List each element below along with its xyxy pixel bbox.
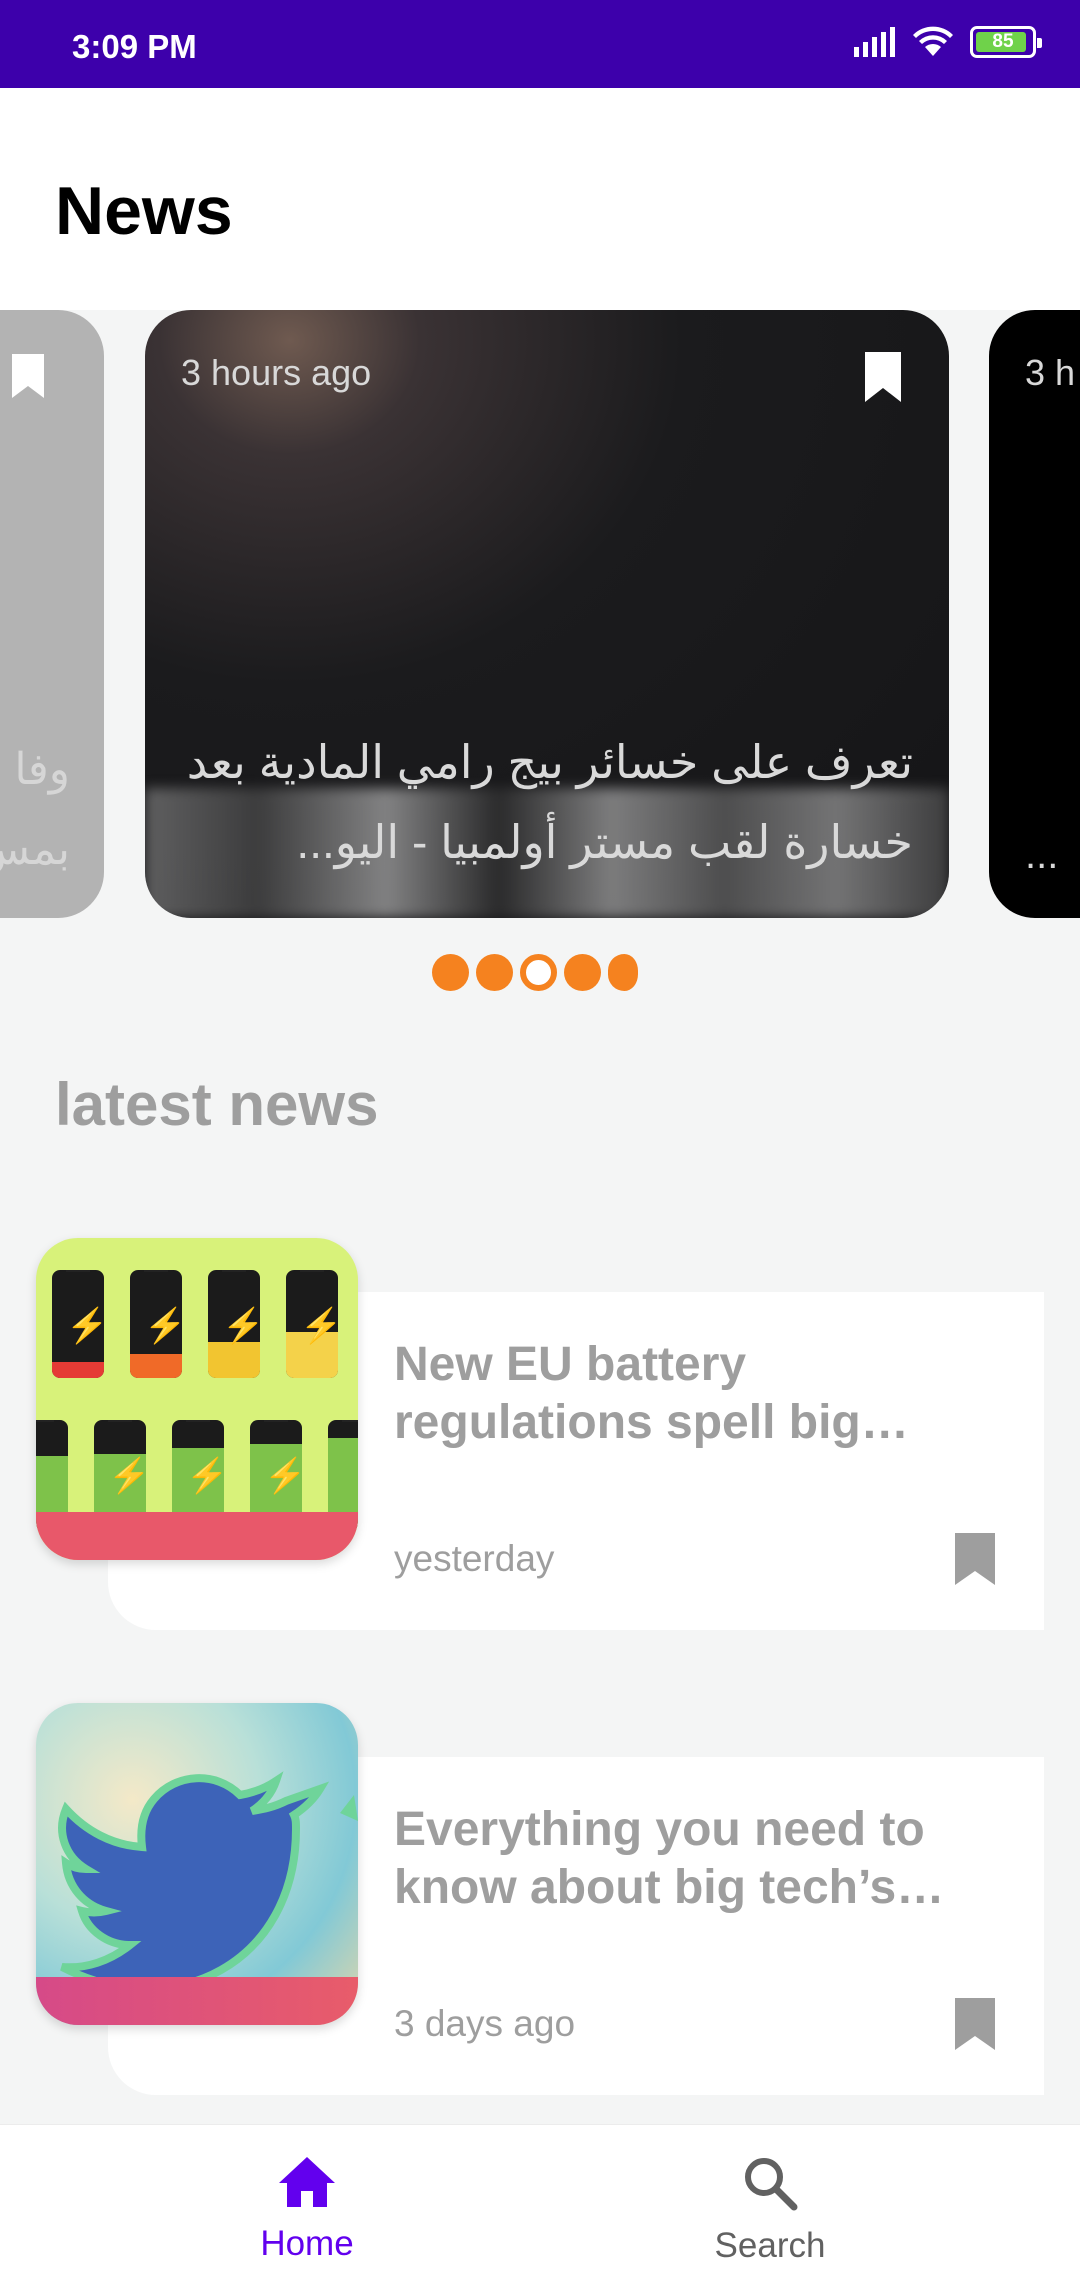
carousel-dot-active[interactable]	[520, 954, 557, 991]
battery-percent: 85	[992, 31, 1014, 52]
card-headline: تعرف على خسائر بيج رامي المادية بعد خسار…	[186, 736, 913, 868]
bookmark-icon	[12, 354, 44, 398]
status-time: 3:09 PM	[72, 28, 197, 65]
news-time: 3 days ago	[394, 2003, 576, 2044]
card-time: 3 h	[1025, 352, 1076, 393]
news-time: yesterday	[394, 1538, 555, 1579]
carousel-indicators	[432, 954, 638, 991]
card-headline: ...	[1025, 833, 1059, 877]
home-icon	[279, 2157, 335, 2207]
carousel-card-previous-text: وفا بمس	[0, 745, 70, 874]
signal-icon	[854, 27, 895, 57]
section-title: latest news	[55, 1071, 379, 1138]
news-thumbnail	[36, 1703, 358, 2025]
nav-home[interactable]: Home	[187, 2155, 427, 2264]
bookmark-icon[interactable]	[952, 1530, 998, 1588]
carousel-card-next[interactable]: 3 h ...	[989, 310, 1080, 918]
bottom-navigation: Home Search	[0, 2124, 1080, 2280]
news-thumbnail: ⚡ ⚡ ⚡ ⚡ ⚡ ⚡ ⚡	[36, 1238, 358, 1560]
news-title: Everything you need to know about big te…	[394, 1803, 925, 1914]
featured-carousel[interactable]: وفا بمس 3 hours ago تعرف على خسائر بيج را…	[0, 310, 1080, 920]
page-title: News	[55, 173, 233, 249]
bookmark-icon[interactable]	[863, 350, 903, 404]
carousel-dot[interactable]	[608, 954, 638, 991]
search-icon	[745, 2158, 798, 2211]
news-list-item[interactable]: ⚡ ⚡ ⚡ ⚡ ⚡ ⚡ ⚡ New EU battery regulations…	[0, 1238, 1080, 1630]
carousel-dot[interactable]	[564, 954, 601, 991]
battery-icon: 85	[970, 26, 1042, 58]
carousel-card-previous[interactable]: وفا بمس	[0, 310, 104, 918]
app-header: News	[0, 88, 1080, 310]
status-icons: 85	[854, 26, 1042, 58]
carousel-dot[interactable]	[476, 954, 513, 991]
news-list-item[interactable]: Everything you need to know about big te…	[0, 1703, 1080, 2095]
carousel-dot[interactable]	[432, 954, 469, 991]
bookmark-icon[interactable]	[952, 1995, 998, 2053]
wifi-icon	[913, 26, 953, 56]
card-time: 3 hours ago	[181, 352, 372, 393]
news-title: New EU battery regulations spell big tro…	[394, 1338, 861, 1449]
nav-search[interactable]: Search	[650, 2155, 890, 2266]
nav-search-label: Search	[714, 2226, 826, 2265]
nav-home-label: Home	[260, 2224, 354, 2263]
status-bar: 3:09 PM 85	[0, 0, 1080, 88]
carousel-card-current[interactable]: 3 hours ago تعرف على خسائر بيج رامي الما…	[145, 310, 949, 918]
